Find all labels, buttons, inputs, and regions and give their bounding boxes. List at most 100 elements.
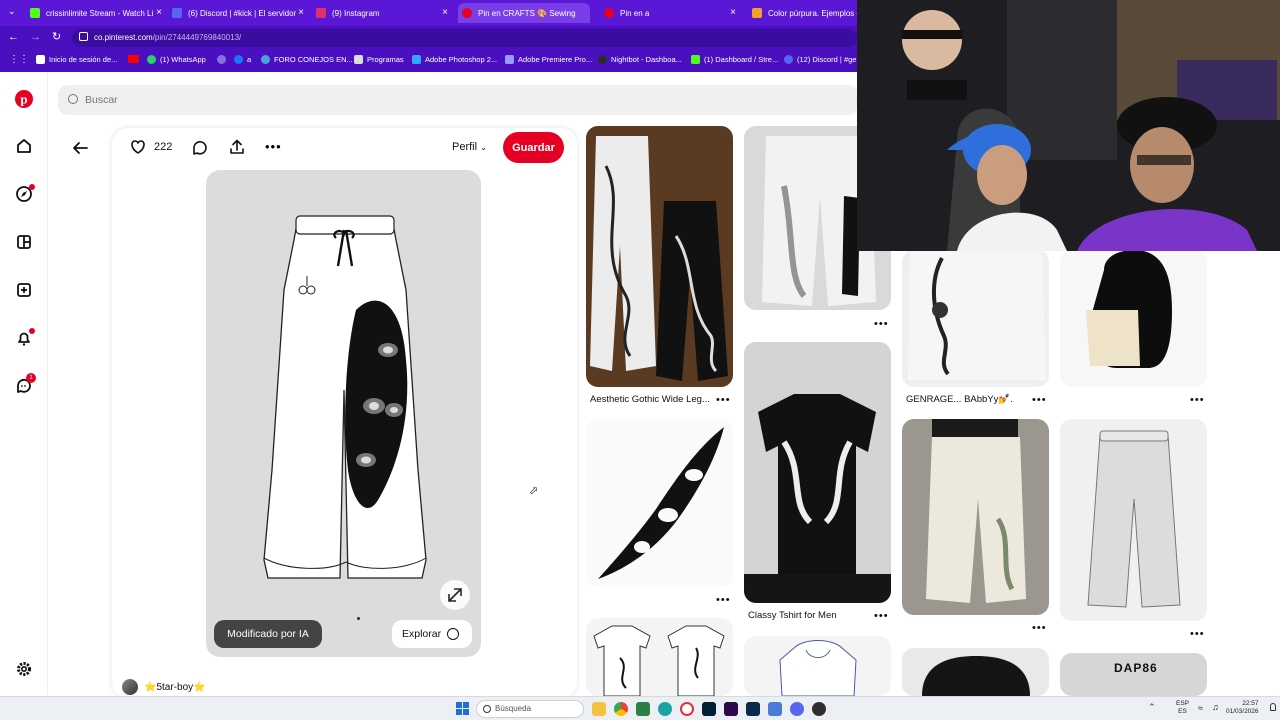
more-options-button[interactable]: ••• [265,138,285,156]
like-button[interactable] [129,138,149,158]
wifi-icon[interactable]: ≈ [1198,703,1203,713]
profile-dropdown[interactable]: Perfil ⌄ [452,141,487,153]
lightroom-icon[interactable] [746,702,760,716]
messages-icon[interactable]: 1 [14,373,36,397]
feed-pin-tshirt-sketch[interactable] [586,618,733,696]
search-icon [68,94,78,104]
forward-icon[interactable]: → [30,31,41,43]
home-icon[interactable] [14,137,34,157]
feed-pin-tribal-pattern[interactable] [586,419,733,587]
language-indicator[interactable]: ESP ES [1176,700,1189,716]
more-icon[interactable]: ••• [1032,394,1047,406]
bookmark-label: (1) WhatsApp [160,55,206,64]
app-icon[interactable] [636,702,650,716]
obs-icon[interactable] [812,702,826,716]
bookmark-dashboard[interactable]: (1) Dashboard / Stre... [691,55,778,64]
system-tray-chevron-icon[interactable]: ⌃ [1148,702,1156,713]
feed-pin-black-hoodie[interactable] [902,648,1049,696]
more-icon[interactable]: ••• [716,594,731,606]
settings-gear-icon[interactable] [14,660,34,680]
feed-pin-dap86[interactable]: DAP86 [1060,653,1207,696]
feed-pin-gothic-pants[interactable] [586,126,733,387]
pin-caption[interactable]: Aesthetic Gothic Wide Leg... [590,394,710,405]
bookmark-premiere[interactable]: Adobe Premiere Pro... [505,55,592,64]
tab-label: crissinlimite Stream - Watch Li [46,8,154,18]
file-explorer-icon[interactable] [592,702,606,716]
edge-icon[interactable] [658,702,672,716]
tab-discord[interactable]: (6) Discord | #kick | El servidor × [172,3,304,23]
save-button[interactable]: Guardar [503,132,564,163]
premiere-icon[interactable] [724,702,738,716]
tab-pinterest-crafts[interactable]: Pin en CRAFTS 🎨 Sewing [458,3,590,23]
hoodie-photo-image [1086,250,1172,368]
bookmark-foro[interactable]: FORO CONEJOS EN... [261,55,353,64]
apps-grid-icon[interactable]: ⋮⋮ [9,54,29,65]
tab-color-purpura[interactable]: Color púrpura. Ejemplos de c [752,3,857,23]
tab-list-chevron-icon[interactable]: ⌄ [8,6,16,17]
boards-icon[interactable] [14,233,34,253]
tab-kick[interactable]: crissinlimite Stream - Watch Li × [30,3,162,23]
close-tab-icon[interactable]: × [298,7,304,18]
close-tab-icon[interactable]: × [156,7,162,18]
ai-modified-badge[interactable]: Modificado por IA [214,620,322,648]
photoshop-icon[interactable] [702,702,716,716]
search-input[interactable]: Buscar [85,94,118,106]
feed-pin-black-hood[interactable] [1060,250,1207,387]
bookmark-youtube[interactable] [128,55,143,63]
bookmark-login[interactable]: Inicio de sesión de... [36,55,117,64]
app-icon[interactable] [768,702,782,716]
close-tab-icon[interactable]: × [442,7,448,18]
chrome-icon[interactable] [614,702,628,716]
pin-caption[interactable]: GENRAGE... BAbbYy💅. [906,394,1013,405]
more-icon[interactable]: ••• [1190,628,1205,640]
feed-pin-hoodie-sketch[interactable] [744,636,891,696]
tab-instagram[interactable]: (9) Instagram × [316,3,448,23]
opera-icon[interactable] [680,702,694,716]
more-icon[interactable]: ••• [716,394,731,406]
bookmark-label: Nightbot - Dashboa... [611,55,682,64]
more-icon[interactable]: ••• [874,318,889,330]
reload-icon[interactable]: ↻ [52,30,61,43]
volume-icon[interactable]: ♫ [1212,702,1219,712]
bookmark-label: Adobe Premiere Pro... [518,55,593,64]
bookmark-photoshop[interactable]: Adobe Photoshop 2... [412,55,497,64]
close-tab-icon[interactable]: × [730,7,736,18]
pin-caption[interactable]: Classy Tshirt for Men [748,610,837,621]
feed-pin-classy-tshirt[interactable] [744,342,891,603]
bookmark-discord[interactable]: (12) Discord | #ger [784,55,859,64]
taskbar-search[interactable]: Búsqueda [476,700,584,718]
site-info-icon[interactable] [79,32,88,41]
back-button[interactable] [70,138,90,158]
bookmark-blank[interactable] [217,55,230,64]
pinterest-logo-icon[interactable]: p [14,90,34,110]
start-windows-icon[interactable] [456,702,469,715]
more-icon[interactable]: ••• [1032,622,1047,634]
feed-pin-pants-sketch[interactable] [1060,419,1207,621]
explore-button[interactable]: Explorar [392,620,472,648]
tab-pinterest-a[interactable]: Pin en a × [604,3,736,23]
search-bar[interactable]: Buscar [58,85,858,115]
share-button[interactable] [228,138,246,156]
notification-bell-icon[interactable] [1270,703,1276,711]
bookmark-nightbot[interactable]: Nightbot - Dashboa... [598,55,682,64]
clock[interactable]: 22:57 01/03/2026 [1226,700,1259,716]
bookmark-whatsapp[interactable]: (1) WhatsApp [147,55,206,64]
pin-author[interactable]: ⭐5tar-boy⭐ [122,678,206,696]
bookmark-programas[interactable]: Programas [354,55,404,64]
create-plus-icon[interactable] [14,281,34,301]
feed-pin-skull-pants[interactable] [902,250,1049,387]
more-icon[interactable]: ••• [1190,394,1205,406]
comment-button[interactable] [191,139,209,157]
url-field[interactable]: co.pinterest.com/pin/2744449769840013/ [72,29,857,47]
page-favicon-icon [752,8,762,18]
feed-pin-white-cargo[interactable] [902,419,1049,615]
expand-button[interactable] [440,580,470,610]
back-icon[interactable]: ← [8,31,19,43]
explore-compass-icon[interactable] [14,184,35,205]
discord-icon[interactable] [790,702,804,716]
bookmark-facebook[interactable]: a [234,55,251,64]
url-path: /pin/2744449769840013/ [152,33,242,42]
notifications-bell-icon[interactable] [14,328,35,349]
more-icon[interactable]: ••• [874,610,889,622]
tshirt-sketch-image [593,625,725,696]
